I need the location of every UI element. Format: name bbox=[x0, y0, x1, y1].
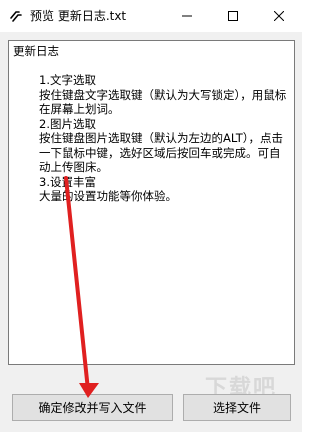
item-1-desc: 按住键盘文字选取键（默认为大写锁定），用鼠标在屏幕上划词。 bbox=[39, 87, 287, 117]
item-1-title: 1.文字选取 bbox=[39, 73, 96, 87]
maximize-button[interactable] bbox=[210, 0, 256, 32]
window-title: 预览 更新日志.txt bbox=[30, 9, 127, 23]
minimize-button[interactable] bbox=[164, 0, 210, 32]
item-2-desc: 按住键盘图片选取键（默认为左边的ALT），点击一下鼠标中键，选好区域后按回车或完… bbox=[39, 131, 283, 174]
item-2-title: 2.图片选取 bbox=[39, 116, 96, 131]
maximize-icon bbox=[228, 11, 238, 21]
item-3-title: 3.设置丰富 bbox=[39, 174, 96, 189]
confirm-write-button[interactable]: 确定修改并写入文件 bbox=[12, 394, 173, 421]
minimize-icon bbox=[182, 15, 192, 17]
client-area: 更新日志 1.文字选取 按住键盘文字选取键（默认为大写锁定），用鼠标在屏幕上划词… bbox=[0, 32, 302, 432]
link-chain-icon bbox=[10, 11, 22, 22]
select-file-button[interactable]: 选择文件 bbox=[183, 394, 291, 421]
item-3-desc: 大量的设置功能等你体验。 bbox=[39, 189, 177, 203]
changelog-heading: 更新日志 bbox=[13, 44, 59, 58]
close-icon bbox=[274, 11, 284, 21]
changelog-textarea[interactable]: 更新日志 1.文字选取 按住键盘文字选取键（默认为大写锁定），用鼠标在屏幕上划词… bbox=[8, 40, 295, 365]
title-bar: 预览 更新日志.txt bbox=[0, 0, 302, 32]
close-button[interactable] bbox=[256, 0, 302, 32]
